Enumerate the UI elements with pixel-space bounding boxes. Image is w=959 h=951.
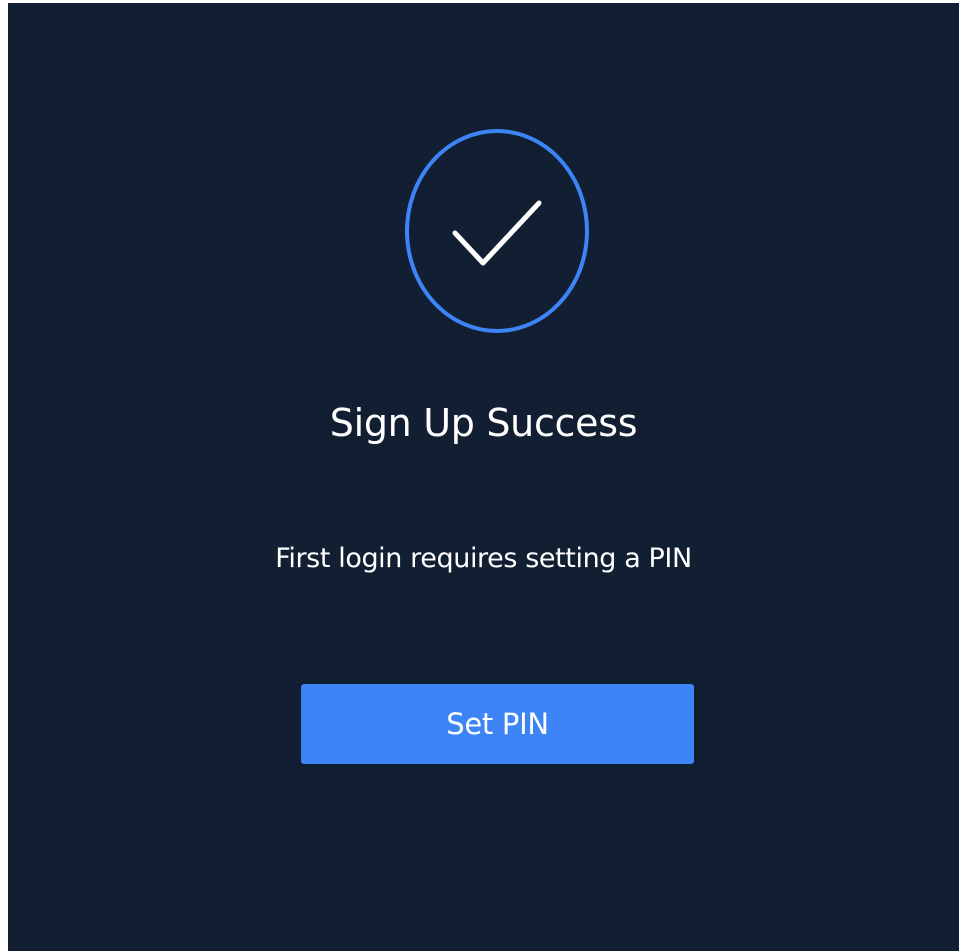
page-title: Sign Up Success [329, 401, 638, 445]
instruction-text: First login requires setting a PIN [275, 543, 692, 574]
checkmark-circle-icon [405, 129, 589, 333]
sign-up-success-panel: Sign Up Success First login requires set… [8, 3, 959, 951]
set-pin-button[interactable]: Set PIN [301, 684, 694, 764]
